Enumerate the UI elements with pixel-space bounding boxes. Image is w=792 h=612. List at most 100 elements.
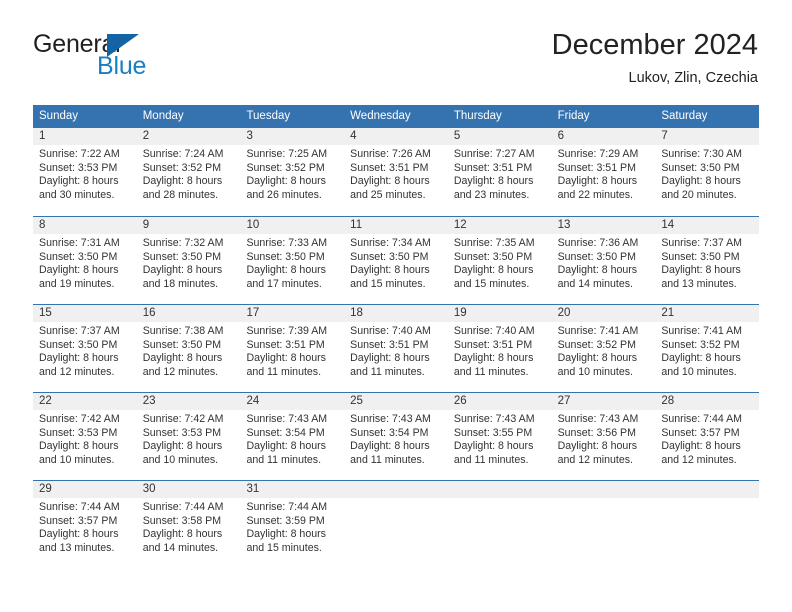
day-daylight-text: Daylight: 8 hours: [557, 175, 638, 188]
day-number: 31: [246, 483, 260, 495]
day-cell[interactable]: 2 Sunrise: 7:24 AM Sunset: 3:52 PM Daylight…: [137, 128, 241, 216]
day-cell-empty: [552, 481, 656, 568]
day-daylight-text: Daylight: 8 hours: [661, 440, 741, 453]
day-cell[interactable]: 14 Sunrise: 7:37 AM Sunset: 3:50 PM Dayligh…: [655, 217, 759, 304]
day-cell[interactable]: 8 Sunrise: 7:31 AM Sunset: 3:50 PM Daylight…: [33, 217, 137, 304]
calendar-week-row: 15 Sunrise: 7:37 AM Sunset: 3:50 PM Dayligh…: [33, 304, 759, 392]
day-cell[interactable]: 27 Sunrise: 7:43 AM Sunset: 3:56 PM Dayligh…: [552, 393, 656, 480]
day-sunset-text: Sunset: 3:50 PM: [350, 250, 429, 263]
day-daylight-text: Daylight: 8 hours: [557, 440, 638, 453]
weekday-header-saturday: Saturday: [661, 110, 708, 122]
day-info: Sunrise: 7:35 AM Sunset: 3:50 PM Daylight:…: [454, 237, 546, 291]
day-daylight-text: and 10 minutes.: [661, 365, 737, 378]
day-daylight-text: and 18 minutes.: [142, 277, 219, 290]
day-sunset-text: Sunset: 3:52 PM: [661, 338, 740, 351]
day-info: Sunrise: 7:44 AM Sunset: 3:57 PM Daylight:…: [661, 413, 753, 467]
day-daylight-text: Daylight: 8 hours: [350, 352, 430, 365]
day-daylight-text: Daylight: 8 hours: [39, 264, 119, 277]
day-sunset-text: Sunset: 3:51 PM: [246, 338, 325, 351]
day-cell[interactable]: 7 Sunrise: 7:30 AM Sunset: 3:50 PM Daylight…: [655, 128, 759, 216]
day-number: 28: [661, 395, 675, 407]
day-cell[interactable]: 30 Sunrise: 7:44 AM Sunset: 3:58 PM Dayligh…: [137, 481, 241, 568]
day-sunrise-text: Sunrise: 7:43 AM: [557, 413, 639, 425]
day-cell[interactable]: 21 Sunrise: 7:41 AM Sunset: 3:52 PM Dayligh…: [655, 305, 759, 392]
day-cell[interactable]: 16 Sunrise: 7:38 AM Sunset: 3:50 PM Dayligh…: [137, 305, 241, 392]
calendar-week-row: 8 Sunrise: 7:31 AM Sunset: 3:50 PM Daylight…: [33, 216, 759, 304]
day-info: Sunrise: 7:44 AM Sunset: 3:58 PM Daylight:…: [143, 501, 235, 555]
day-cell[interactable]: 12 Sunrise: 7:35 AM Sunset: 3:50 PM Dayligh…: [448, 217, 552, 304]
page-subtitle: Lukov, Zlin, Czechia: [628, 70, 758, 86]
day-number: 14: [661, 219, 675, 231]
day-sunrise-text: Sunrise: 7:32 AM: [142, 237, 224, 249]
day-sunset-text: Sunset: 3:52 PM: [246, 161, 325, 174]
day-sunrise-text: Sunrise: 7:29 AM: [557, 148, 639, 160]
day-cell[interactable]: 15 Sunrise: 7:37 AM Sunset: 3:50 PM Dayligh…: [33, 305, 137, 392]
day-cell[interactable]: 17 Sunrise: 7:39 AM Sunset: 3:51 PM Dayligh…: [240, 305, 344, 392]
day-sunrise-text: Sunrise: 7:31 AM: [39, 237, 120, 249]
day-cell-empty: [344, 481, 448, 568]
day-cell[interactable]: 4 Sunrise: 7:26 AM Sunset: 3:51 PM Daylight…: [344, 128, 448, 216]
day-daylight-text: Daylight: 8 hours: [350, 440, 430, 453]
day-sunrise-text: Sunrise: 7:43 AM: [246, 413, 328, 425]
day-daylight-text: and 20 minutes.: [661, 188, 737, 201]
day-cell[interactable]: 23 Sunrise: 7:42 AM Sunset: 3:53 PM Dayligh…: [137, 393, 241, 480]
day-daylight-text: Daylight: 8 hours: [246, 175, 326, 188]
day-daylight-text: Daylight: 8 hours: [661, 352, 741, 365]
day-sunrise-text: Sunrise: 7:37 AM: [39, 325, 120, 337]
day-cell[interactable]: 24 Sunrise: 7:43 AM Sunset: 3:54 PM Dayligh…: [240, 393, 344, 480]
day-cell[interactable]: 26 Sunrise: 7:43 AM Sunset: 3:55 PM Dayligh…: [448, 393, 552, 480]
day-info: Sunrise: 7:37 AM Sunset: 3:50 PM Daylight:…: [39, 325, 131, 379]
day-cell[interactable]: 29 Sunrise: 7:44 AM Sunset: 3:57 PM Dayligh…: [33, 481, 137, 568]
day-cell[interactable]: 6 Sunrise: 7:29 AM Sunset: 3:51 PM Daylight…: [552, 128, 656, 216]
day-cell[interactable]: 13 Sunrise: 7:36 AM Sunset: 3:50 PM Dayligh…: [552, 217, 656, 304]
day-sunset-text: Sunset: 3:57 PM: [39, 514, 118, 527]
day-info: Sunrise: 7:43 AM Sunset: 3:54 PM Daylight:…: [246, 413, 338, 467]
day-cell[interactable]: 28 Sunrise: 7:44 AM Sunset: 3:57 PM Dayligh…: [655, 393, 759, 480]
day-sunset-text: Sunset: 3:53 PM: [39, 161, 118, 174]
day-sunrise-text: Sunrise: 7:38 AM: [142, 325, 224, 337]
day-number: [661, 481, 753, 498]
day-daylight-text: Daylight: 8 hours: [453, 264, 534, 277]
day-daylight-text: and 15 minutes.: [246, 541, 322, 554]
day-info: Sunrise: 7:25 AM Sunset: 3:52 PM Daylight:…: [246, 148, 338, 202]
day-cell[interactable]: 19 Sunrise: 7:40 AM Sunset: 3:51 PM Dayligh…: [448, 305, 552, 392]
day-number: 17: [246, 307, 260, 319]
day-info: Sunrise: 7:43 AM Sunset: 3:56 PM Daylight:…: [558, 413, 650, 467]
day-cell[interactable]: 18 Sunrise: 7:40 AM Sunset: 3:51 PM Dayligh…: [344, 305, 448, 392]
day-cell[interactable]: 22 Sunrise: 7:42 AM Sunset: 3:53 PM Dayligh…: [33, 393, 137, 480]
week-cells: 29 Sunrise: 7:44 AM Sunset: 3:57 PM Dayligh…: [33, 481, 759, 568]
day-cell[interactable]: 10 Sunrise: 7:33 AM Sunset: 3:50 PM Dayligh…: [240, 217, 344, 304]
day-daylight-text: Daylight: 8 hours: [142, 440, 223, 453]
day-info: Sunrise: 7:37 AM Sunset: 3:50 PM Daylight:…: [661, 237, 753, 291]
day-number: 15: [39, 307, 52, 319]
day-sunrise-text: Sunrise: 7:34 AM: [350, 237, 431, 249]
day-number: 7: [661, 130, 668, 142]
day-daylight-text: Daylight: 8 hours: [39, 352, 119, 365]
day-sunset-text: Sunset: 3:51 PM: [350, 161, 429, 174]
day-cell[interactable]: 20 Sunrise: 7:41 AM Sunset: 3:52 PM Dayligh…: [552, 305, 656, 392]
day-daylight-text: Daylight: 8 hours: [142, 528, 223, 541]
day-daylight-text: and 12 minutes.: [557, 453, 633, 466]
day-cell[interactable]: 31 Sunrise: 7:44 AM Sunset: 3:59 PM Dayligh…: [240, 481, 344, 568]
day-daylight-text: and 30 minutes.: [39, 188, 115, 201]
day-cell[interactable]: 1 Sunrise: 7:22 AM Sunset: 3:53 PM Daylight…: [33, 128, 137, 216]
day-daylight-text: Daylight: 8 hours: [557, 352, 638, 365]
day-cell[interactable]: 11 Sunrise: 7:34 AM Sunset: 3:50 PM Dayligh…: [344, 217, 448, 304]
day-daylight-text: and 10 minutes.: [39, 453, 115, 466]
day-cell[interactable]: 5 Sunrise: 7:27 AM Sunset: 3:51 PM Daylight…: [448, 128, 552, 216]
day-daylight-text: Daylight: 8 hours: [142, 175, 223, 188]
day-info: Sunrise: 7:27 AM Sunset: 3:51 PM Daylight:…: [454, 148, 546, 202]
day-cell[interactable]: 3 Sunrise: 7:25 AM Sunset: 3:52 PM Daylight…: [240, 128, 344, 216]
general-blue-logo[interactable]: General Blue: [33, 30, 203, 90]
day-sunset-text: Sunset: 3:51 PM: [557, 161, 636, 174]
page-header: General Blue December 2024 Lukov, Zlin, …: [33, 28, 758, 96]
weekday-header-sunday: Sunday: [39, 110, 79, 122]
day-sunset-text: Sunset: 3:50 PM: [142, 338, 222, 351]
day-sunrise-text: Sunrise: 7:33 AM: [246, 237, 328, 249]
day-cell[interactable]: 9 Sunrise: 7:32 AM Sunset: 3:50 PM Daylight…: [137, 217, 241, 304]
day-daylight-text: and 12 minutes.: [39, 365, 115, 378]
day-cell[interactable]: 25 Sunrise: 7:43 AM Sunset: 3:54 PM Dayligh…: [344, 393, 448, 480]
day-number: 3: [246, 130, 253, 142]
day-info: Sunrise: 7:42 AM Sunset: 3:53 PM Daylight:…: [39, 413, 131, 467]
day-daylight-text: and 13 minutes.: [39, 541, 115, 554]
